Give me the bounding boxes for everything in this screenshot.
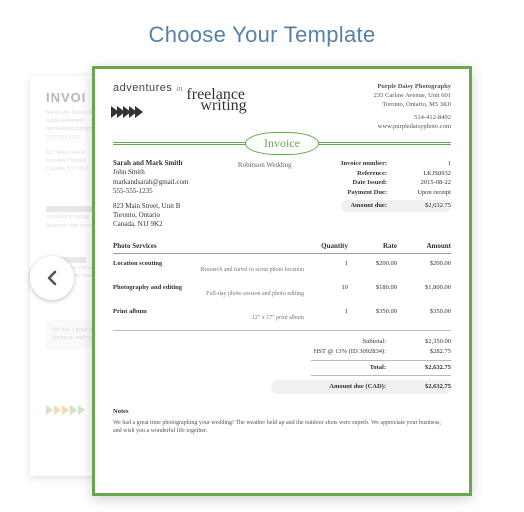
- table-row: Location scoutingResearch and travel to …: [113, 254, 451, 278]
- invoice-info: Invoice number:1 Reference:LKJS0932 Date…: [341, 159, 451, 230]
- template-carousel: INVOI Sarah and Daniel R Sarah Robinson …: [0, 66, 524, 506]
- line-items-table: Photo Services Quantity Rate Amount Loca…: [113, 242, 451, 331]
- notes-block: Notes We had a great time photographing …: [113, 408, 451, 435]
- chevron-left-icon: [43, 265, 61, 291]
- invoice-badge-rule: Invoice: [113, 142, 451, 145]
- page-title: Choose Your Template: [0, 0, 524, 66]
- col-rate: Rate: [352, 242, 397, 250]
- client-block: Sarah and Mark Smith John Smith markands…: [113, 159, 188, 230]
- totals-block: Subtotal:$2,350.00 HST @ 13% (ID 3092834…: [113, 337, 451, 395]
- event-name: Robinson Wedding: [238, 159, 292, 230]
- col-amount: Amount: [401, 242, 451, 250]
- brand-logo: adventures in freelance writing: [113, 83, 247, 118]
- template-card-selected[interactable]: adventures in freelance writing Purple D…: [92, 66, 472, 496]
- col-qty: Quantity: [308, 242, 348, 250]
- prev-template-button[interactable]: [30, 256, 74, 300]
- table-row: Print album12" x 17" print album 1 $350.…: [113, 302, 451, 326]
- company-info: Purple Daisy Photography 235 Carlaw Aven…: [374, 83, 451, 132]
- chevrons-icon: [113, 106, 180, 118]
- invoice-badge: Invoice: [245, 132, 319, 155]
- col-service: Photo Services: [113, 242, 304, 250]
- table-row: Photography and editingFull-day photo se…: [113, 278, 451, 302]
